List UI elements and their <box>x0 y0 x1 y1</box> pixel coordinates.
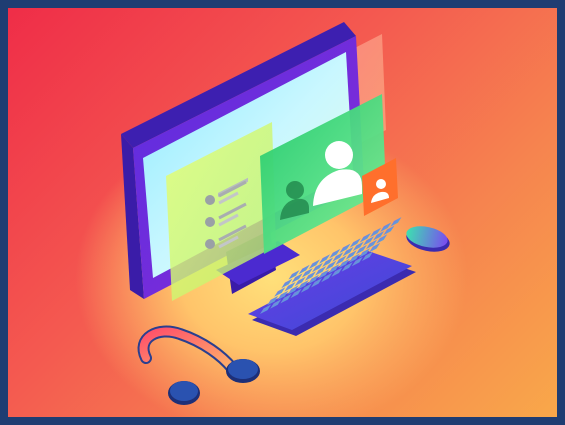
illustration-frame <box>0 0 565 425</box>
headset-icon <box>137 325 260 405</box>
mouse <box>406 226 450 252</box>
isometric-workstation-illustration <box>121 22 450 405</box>
keyboard-key <box>390 217 402 227</box>
illustration-background <box>8 8 557 417</box>
